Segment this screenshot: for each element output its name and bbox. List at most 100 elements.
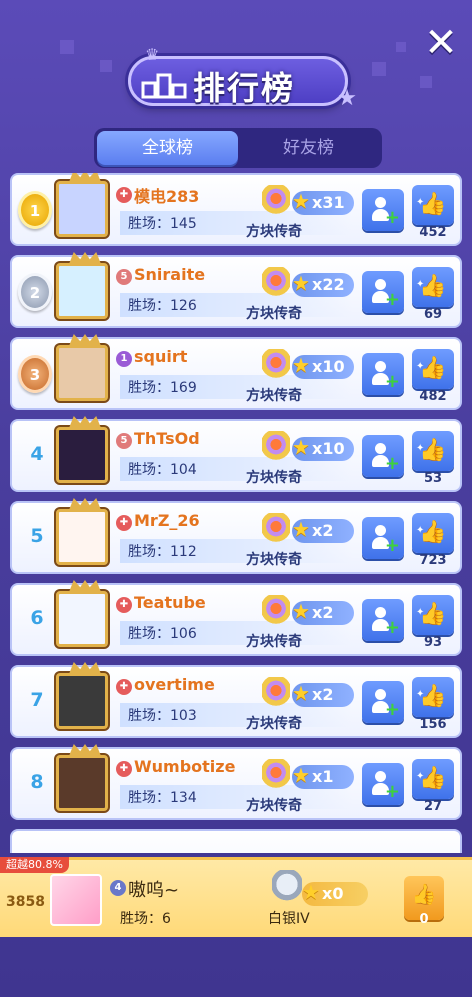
avatar[interactable] [56,744,108,811]
wins-count: 胜场：145 [128,216,197,232]
add-friend-button[interactable]: + [362,353,404,395]
self-wins: 胜场：6 [120,911,171,927]
wins-count: 胜场：112 [128,544,197,560]
like-button[interactable]: ✦ 👍 [412,677,454,717]
crown-frame-icon [69,334,101,346]
like-button[interactable]: ✦ 👍 [412,759,454,799]
star-count: x10 [312,357,345,376]
leaderboard-list[interactable]: 1 ✚ 模电283 胜场：145 方块传奇 ★ x31 + ✦ 👍 452 2 … [10,173,462,853]
rank-medal-icon: 3 [18,355,52,393]
table-row[interactable]: 6 ✚ Teatube 胜场：106 方块传奇 ★ x2 + ✦ 👍 93 [10,580,462,656]
plus-icon: + [384,207,400,228]
leaderboard-icon [141,73,187,99]
star-count-pill: ★ x10 [292,353,354,379]
avatar[interactable] [56,252,108,319]
pixel-decoration [60,40,74,54]
crown-frame-icon [69,580,101,592]
like-count: 723 [419,553,447,568]
table-row[interactable] [10,829,462,853]
add-friend-button[interactable]: + [362,763,404,805]
like-count: 69 [423,307,443,322]
table-row[interactable]: 2 5 Sniraite 胜场：126 方块传奇 ★ x22 + ✦ 👍 69 [10,252,462,328]
avatar[interactable] [56,662,108,729]
self-name: 嗷呜~ [128,880,180,901]
star-count: x10 [312,439,345,458]
star-icon: ★ [292,517,310,541]
table-row[interactable]: 5 ✚ MrZ_26 胜场：112 方块传奇 ★ x2 + ✦ 👍 723 [10,498,462,574]
self-score: 3858 [6,894,45,910]
like-button[interactable]: ✦ 👍 [412,349,454,389]
tier-label: 方块传奇 [246,388,302,404]
wins-count: 胜场：103 [128,708,197,724]
add-friend-button[interactable]: + [362,189,404,231]
plus-icon: + [384,617,400,638]
like-button[interactable]: ✦ 👍 [412,185,454,225]
close-icon[interactable]: ✕ [424,23,458,63]
tier-label: 方块传奇 [246,306,302,322]
star-count: x1 [312,767,334,786]
sparkle-icon: ✦ [416,689,425,700]
tier-label: 方块传奇 [246,552,302,568]
star-icon: ★ [292,599,310,623]
plus-icon: + [384,699,400,720]
add-friend-button[interactable]: + [362,435,404,477]
tab-global[interactable]: 全球榜 [97,131,238,165]
add-friend-button[interactable]: + [362,681,404,723]
avatar[interactable] [56,173,108,237]
plus-icon: + [384,371,400,392]
table-row[interactable]: 4 5 ThTsOd 胜场：104 方块传奇 ★ x10 + ✦ 👍 53 [10,416,462,492]
wins-count: 胜场：134 [128,790,197,806]
pixel-decoration [420,76,432,88]
tab-bar: 全球榜 好友榜 [94,128,382,168]
star-count: x2 [312,685,334,704]
rank-number: 4 [30,443,44,465]
pixel-decoration [396,42,406,52]
like-count: 93 [423,635,443,650]
sparkle-icon: ✦ [416,607,425,618]
star-icon: ★ [292,435,310,459]
table-row[interactable]: 1 ✚ 模电283 胜场：145 方块传奇 ★ x31 + ✦ 👍 452 [10,173,462,246]
star-count: x2 [312,603,334,622]
tier-label: 方块传奇 [246,470,302,486]
table-row[interactable]: 7 ✚ overtime 胜场：103 方块传奇 ★ x2 + ✦ 👍 156 [10,662,462,738]
like-count: 0 [419,912,429,927]
player-name: Wumbotize [134,757,236,776]
player-name: Teatube [134,593,206,612]
add-friend-button[interactable]: + [362,517,404,559]
like-button[interactable]: ✦ 👍 [412,431,454,471]
star-icon: ★ [292,681,310,705]
like-count: 452 [419,225,447,240]
add-friend-button[interactable]: + [362,271,404,313]
player-name: Sniraite [134,265,206,284]
star-count-pill: ★ x0 [302,880,368,906]
table-row[interactable]: 8 ✚ Wumbotize 胜场：134 方块传奇 ★ x1 + ✦ 👍 27 [10,744,462,820]
crown-frame-icon [69,252,101,264]
avatar[interactable] [56,580,108,647]
level-badge: ✚ [116,679,132,695]
avatar[interactable] [50,874,102,926]
like-button[interactable]: ✦ 👍 [412,267,454,307]
pixel-decoration [100,60,112,72]
level-badge: 1 [116,351,132,367]
like-button[interactable]: ✦ 👍 [412,513,454,553]
crown-frame-icon [69,416,101,428]
level-badge: ✚ [116,761,132,777]
level-badge: ✚ [116,597,132,613]
add-friend-button[interactable]: + [362,599,404,641]
star-count-pill: ★ x2 [292,517,354,543]
star-icon: ★ [337,86,357,111]
like-button[interactable]: ✦ 👍 [412,595,454,635]
player-name: ThTsOd [134,429,200,448]
avatar[interactable] [56,498,108,565]
table-row[interactable]: 3 1 squirt 胜场：169 方块传奇 ★ x10 + ✦ 👍 482 [10,334,462,410]
sparkle-icon: ✦ [416,279,425,290]
title-banner: ♛ 排行榜 ★ [128,45,357,111]
sparkle-icon: ✦ [416,361,425,372]
avatar[interactable] [56,334,108,401]
level-badge: 5 [116,269,132,285]
page-title: 排行榜 [193,69,296,107]
crown-frame-icon [69,744,101,756]
like-count: 156 [419,717,447,732]
tab-friends[interactable]: 好友榜 [238,131,379,165]
avatar[interactable] [56,416,108,483]
